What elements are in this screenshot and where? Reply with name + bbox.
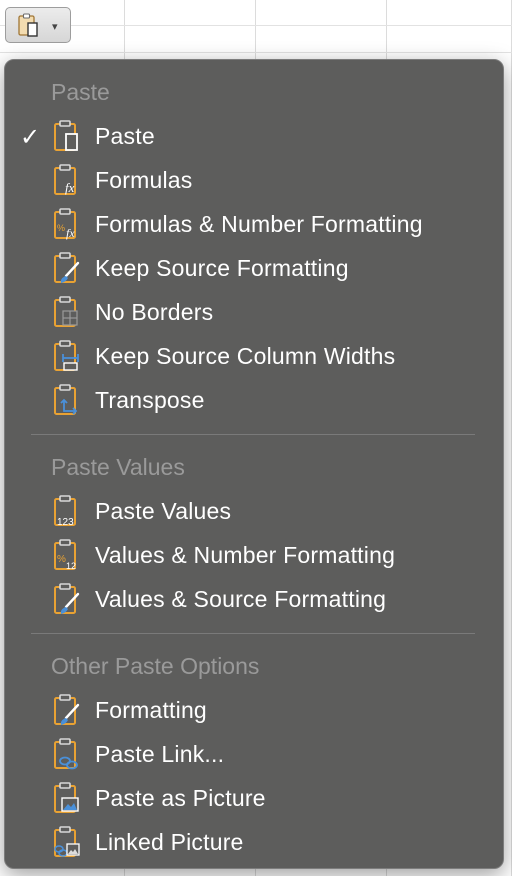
- paste-keep-source-formatting-icon: [54, 252, 80, 283]
- section-header-paste: Paste: [51, 79, 110, 105]
- menu-item-label: Linked Picture: [95, 829, 244, 855]
- menu-item-label: No Borders: [95, 299, 214, 325]
- menu-item-label: Values & Source Formatting: [95, 586, 387, 612]
- menu-item-formatting[interactable]: Formatting: [5, 688, 503, 732]
- paste-column-widths-icon: [54, 340, 79, 371]
- paste-values-number-formatting-icon: % 12: [54, 539, 76, 571]
- checkmark-icon: ✓: [19, 124, 41, 151]
- menu-item-label: Formatting: [95, 697, 207, 723]
- section-header-paste-values: Paste Values: [51, 454, 185, 480]
- menu-item-label: Paste Link...: [95, 741, 225, 767]
- paste-picture-icon: [54, 782, 79, 813]
- paste-link-icon: [54, 738, 78, 770]
- menu-item-paste-link[interactable]: Paste Link...: [5, 732, 503, 776]
- svg-text:fx: fx: [66, 226, 75, 240]
- menu-item-paste[interactable]: ✓ Paste: [5, 114, 503, 158]
- section-header-other-paste-options: Other Paste Options: [51, 653, 260, 679]
- menu-item-values-source-formatting[interactable]: Values & Source Formatting: [5, 577, 503, 621]
- chevron-down-icon: ▾: [52, 20, 58, 33]
- linked-picture-icon: [54, 826, 80, 857]
- menu-item-no-borders[interactable]: No Borders: [5, 290, 503, 334]
- paste-formatting-icon: [54, 694, 80, 725]
- menu-item-linked-picture[interactable]: Linked Picture: [5, 820, 503, 864]
- menu-item-label: Paste as Picture: [95, 785, 266, 811]
- menu-item-formulas-number-formatting[interactable]: % fx Formulas & Number Formatting: [5, 202, 503, 246]
- clipboard-icon: [18, 13, 38, 37]
- menu-item-formulas[interactable]: fx Formulas: [5, 158, 503, 202]
- paste-values-icon: 123: [54, 495, 76, 528]
- svg-text:123: 123: [57, 517, 74, 528]
- menu-item-transpose[interactable]: Transpose: [5, 378, 503, 422]
- svg-text:%: %: [57, 223, 65, 233]
- menu-item-label: Paste: [95, 123, 155, 149]
- paste-options-menu: Paste ✓ Paste fx Formulas % fx Formulas …: [4, 59, 504, 869]
- paste-formulas-number-formatting-icon: % fx: [54, 208, 76, 240]
- svg-text:%: %: [57, 554, 66, 565]
- menu-item-paste-values[interactable]: 123 Paste Values: [5, 489, 503, 533]
- menu-separator: [31, 434, 475, 435]
- menu-separator: [31, 633, 475, 634]
- svg-text:fx: fx: [65, 180, 75, 195]
- paste-icon: [54, 120, 78, 151]
- menu-item-label: Values & Number Formatting: [95, 542, 396, 568]
- svg-text:12: 12: [66, 561, 76, 571]
- menu-item-label: Formulas & Number Formatting: [95, 211, 423, 237]
- menu-item-keep-source-column-widths[interactable]: Keep Source Column Widths: [5, 334, 503, 378]
- paste-formulas-icon: fx: [54, 164, 76, 195]
- menu-item-keep-source-formatting[interactable]: Keep Source Formatting: [5, 246, 503, 290]
- menu-item-values-number-formatting[interactable]: % 12 Values & Number Formatting: [5, 533, 503, 577]
- menu-item-label: Paste Values: [95, 498, 232, 524]
- paste-transpose-icon: [54, 384, 78, 415]
- menu-item-label: Formulas: [95, 167, 193, 193]
- paste-values-source-formatting-icon: [54, 583, 80, 614]
- menu-item-paste-as-picture[interactable]: Paste as Picture: [5, 776, 503, 820]
- paste-options-button[interactable]: ▾: [5, 7, 71, 43]
- menu-item-label: Transpose: [95, 387, 205, 413]
- paste-no-borders-icon: [54, 296, 78, 327]
- menu-item-label: Keep Source Column Widths: [95, 343, 396, 369]
- menu-item-label: Keep Source Formatting: [95, 255, 349, 281]
